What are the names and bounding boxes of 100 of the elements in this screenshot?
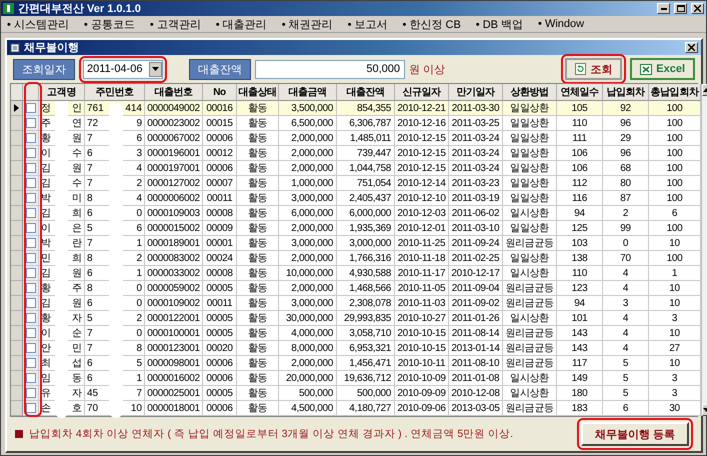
- id-fragment: 0: [136, 328, 142, 338]
- menu-item[interactable]: • 시스템관리: [7, 16, 69, 32]
- name-fragment: 이: [41, 147, 51, 160]
- id-fragment: 2: [136, 252, 142, 264]
- table-row[interactable]: 이 수 6 3 0000196001 00012 활동 2,000,000 739,447 2010-12-15 2011-03-24 일일상환 106 96 100: [11, 146, 701, 161]
- minimize-icon: [660, 8, 666, 10]
- table-row[interactable]: 안 민 7 8 0000123001 00020 활동 8,000,000 6,953,321 2010-10-15 2013-01-14 원리금균등 143 4 27: [11, 341, 701, 356]
- table-row[interactable]: 황 자 5 2 0000122001 00005 활동 30,000,000 29,993,835 2010-10-27 2011-01-26 일시상환 101 4 3: [11, 311, 701, 326]
- id-fragment: 6: [87, 372, 93, 384]
- id-fragment: 8: [87, 282, 93, 294]
- name-fragment: 원: [72, 297, 82, 310]
- id-fragment: 1: [136, 372, 142, 384]
- row-checkbox[interactable]: [26, 133, 36, 143]
- table-row[interactable]: 김 원 7 4 0000197001 00006 활동 2,000,000 1,044,758 2010-12-15 2011-03-24 일일상환 106 68 100: [11, 161, 701, 176]
- id-fragment: 8: [87, 252, 93, 264]
- menu-item[interactable]: • Window: [538, 18, 584, 30]
- table-row[interactable]: 김 수 7 2 0000127002 00007 활동 1,000,000 751,054 2010-12-14 2011-03-23 일일상환 112 80 100: [11, 176, 701, 191]
- name-fragment: 란: [72, 237, 82, 250]
- balance-label: 대출잔액: [189, 58, 251, 80]
- id-fragment: 5: [87, 222, 93, 234]
- table-cell: 4,180,727: [337, 401, 395, 416]
- table-row[interactable]: 유 자 45 7 0000025001 00005 활동 500,000 500,000 2010-09-09 2010-12-08 일시상환 180 5 3: [11, 386, 701, 401]
- id-fragment: 7: [87, 178, 93, 188]
- id-fragment: 4: [136, 162, 142, 174]
- table-row[interactable]: 이 은 5 6 0000015002 00009 활동 2,000,000 1,935,369 2010-12-01 2011-03-10 일일상환 125 99 100: [11, 221, 701, 236]
- row-checkbox[interactable]: [26, 208, 36, 218]
- menu-item[interactable]: • 한신정 CB: [402, 16, 461, 32]
- row-checkbox[interactable]: [26, 343, 36, 353]
- menu-item[interactable]: • 고객관리: [150, 16, 201, 32]
- table-cell: 183: [557, 401, 603, 416]
- name-fragment: 호: [72, 402, 82, 415]
- close-button[interactable]: [691, 3, 704, 14]
- name-fragment: 황: [41, 312, 51, 325]
- table-cell: 원리금균등: [503, 401, 557, 416]
- row-checkbox[interactable]: [26, 358, 36, 368]
- row-checkbox[interactable]: [26, 298, 36, 308]
- table-row[interactable]: 김 원 6 1 0000033002 00008 활동 10,000,000 4,930,588 2010-11-17 2010-12-17 일시상환 110 4 1: [11, 266, 701, 281]
- row-checkbox[interactable]: [26, 328, 36, 338]
- row-checkbox[interactable]: [26, 403, 36, 413]
- name-fragment: 인: [72, 102, 82, 115]
- row-checkbox[interactable]: [26, 313, 36, 323]
- table-row[interactable]: 이 순 7 0 0000100001 00005 활동 4,000,000 3,058,710 2010-10-15 2011-08-14 원리금균등 143 4 10: [11, 326, 701, 341]
- minimize-button[interactable]: [657, 3, 670, 14]
- row-checkbox[interactable]: [26, 118, 36, 128]
- id-fragment: 2: [136, 178, 142, 188]
- row-checkbox[interactable]: [26, 238, 36, 248]
- close-button[interactable]: [685, 42, 698, 53]
- table-row[interactable]: 김 원 6 0 0000109002 00011 활동 3,000,000 2,308,078 2010-11-03 2011-09-02 원리금균등 94 3 10: [11, 296, 701, 311]
- menu-item[interactable]: • DB 백업: [476, 16, 524, 32]
- name-fragment: 희: [72, 207, 82, 220]
- search-button[interactable]: 조회: [565, 58, 622, 80]
- table-row[interactable]: 최 섭 6 5 0000098001 00006 활동 2,000,000 1,456,471 2010-10-11 2011-08-10 원리금균등 117 5 10: [11, 356, 701, 371]
- table-row[interactable]: 김 희 6 0 0000109003 00008 활동 6,000,000 6,000,000 2010-12-03 2011-06-02 일시상환 94 2 6: [11, 206, 701, 221]
- criteria-note: 납입회차 4회차 이상 연체자 ( 즉 납입 예정일로부터 3개월 이상 연체 경과자 ) . 연체금액 5만원 이상.: [29, 427, 514, 441]
- table-row[interactable]: 주 연 72 9 0000023002 00015 활동 6,500,000 6,306,787 2010-12-16 2011-03-25 일일상환 110 96 100: [11, 116, 701, 131]
- maximize-button[interactable]: [674, 3, 687, 14]
- name-fragment: 황: [41, 282, 51, 295]
- row-checkbox[interactable]: [26, 148, 36, 158]
- menu-item[interactable]: • 채권관리: [282, 16, 333, 32]
- row-checkbox[interactable]: [26, 178, 36, 188]
- id-fragment: 6: [136, 222, 142, 234]
- id-fragment: 7: [87, 328, 93, 338]
- id-fragment: 7: [87, 132, 93, 144]
- row-checkbox[interactable]: [26, 268, 36, 278]
- menu-item[interactable]: • 공통코드: [84, 16, 135, 32]
- row-checkbox[interactable]: [26, 103, 36, 113]
- table-row[interactable]: 황 원 7 6 0000067002 00006 활동 2,000,000 1,485,011 2010-12-15 2011-03-24 일일상환 111 29 100: [11, 131, 701, 146]
- register-button[interactable]: 채무불이행 등록: [580, 422, 689, 446]
- row-checkbox[interactable]: [26, 163, 36, 173]
- id-fragment: 8: [87, 192, 93, 204]
- close-icon: [688, 44, 695, 51]
- table-row[interactable]: 황 주 8 0 0000059002 00005 활동 2,000,000 1,468,566 2010-11-05 2011-09-04 원리금균등 123 4 10: [11, 281, 701, 296]
- row-checkbox[interactable]: [26, 223, 36, 233]
- row-checkbox[interactable]: [26, 253, 36, 263]
- table-row[interactable]: 정 인 761 414 0000049002 00016 활동 3,500,000 854,355 2010-12-21 2011-03-30 일일상환 105 92 100: [11, 101, 701, 116]
- row-checkbox[interactable]: [26, 283, 36, 293]
- balance-field[interactable]: 50,000: [255, 60, 405, 78]
- name-fragment: 김: [41, 162, 51, 175]
- table-row[interactable]: 손 호 70 10 0000018001 00006 활동 4,500,000 4,180,727 2010-09-06 2013-03-05 원리금균등 183 6 30: [11, 401, 701, 416]
- date-dropdown[interactable]: 2011-04-06: [83, 60, 163, 78]
- row-checkbox[interactable]: [26, 373, 36, 383]
- name-fragment: 이: [41, 222, 51, 235]
- menu-item[interactable]: • 대출관리: [216, 16, 267, 32]
- row-checkbox[interactable]: [26, 193, 36, 203]
- name-fragment: 김: [41, 267, 51, 280]
- excel-button[interactable]: Excel: [630, 58, 695, 80]
- id-fragment: 7: [87, 238, 93, 248]
- refresh-icon: [575, 63, 586, 75]
- table-row[interactable]: 임 동 6 1 0000016002 00006 활동 20,000,000 19,636,712 2010-10-09 2011-01-08 일시상환 149 5 3: [11, 371, 701, 386]
- id-fragment: 7: [87, 342, 93, 354]
- name-fragment: 박: [41, 192, 51, 205]
- menu-item[interactable]: • 보고서: [348, 16, 388, 32]
- row-checkbox[interactable]: [26, 388, 36, 398]
- name-fragment: 황: [41, 132, 51, 145]
- id-fragment: 6: [87, 358, 93, 368]
- table-row[interactable]: 박 미 8 4 0000006002 00011 활동 3,000,000 2,405,437 2010-12-10 2011-03-19 일일상환 116 87 100: [11, 191, 701, 206]
- table-row[interactable]: 민 희 8 2 0000083002 00024 활동 2,000,000 1,766,316 2010-11-18 2011-02-25 일일상환 138 70 100: [11, 251, 701, 266]
- id-fragment: 70: [87, 402, 98, 414]
- name-fragment: 원: [72, 267, 82, 280]
- table-row[interactable]: 박 란 7 1 0000189001 00001 활동 3,000,000 3,000,000 2010-11-25 2011-09-24 원리금균등 103 0 10: [11, 236, 701, 251]
